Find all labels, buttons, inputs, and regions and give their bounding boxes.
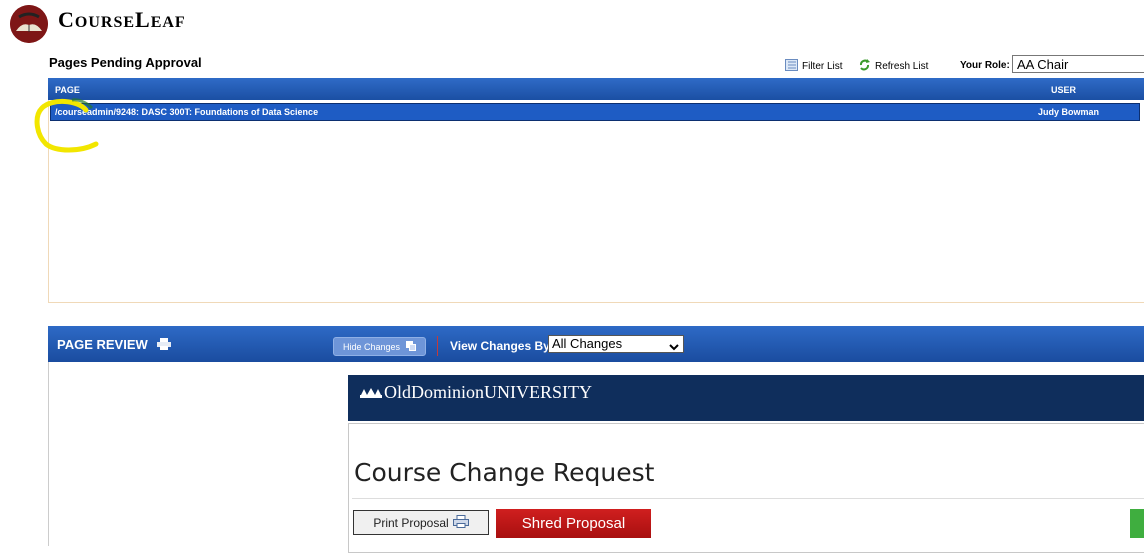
hide-changes-label: Hide Changes (342, 341, 401, 352)
university-name: OldDominionUNIVERSITY (384, 382, 592, 402)
printer-icon[interactable] (157, 338, 172, 353)
printer-icon (452, 514, 469, 531)
row-user-cell[interactable]: Judy Bowman (1038, 107, 1099, 117)
refresh-icon (858, 59, 871, 74)
role-label: Your Role: (960, 60, 1010, 71)
page-review-title: PAGE REVIEW (57, 337, 172, 353)
column-header-page[interactable]: PAGE (55, 85, 80, 95)
column-header-user[interactable]: USER (1051, 85, 1076, 95)
filter-list-label: Filter List (802, 61, 843, 72)
courseleaf-logo-icon (10, 5, 48, 43)
review-left-pane-border (48, 362, 49, 546)
divider (352, 498, 1144, 499)
role-select[interactable]: AA Chair (1012, 55, 1144, 73)
copy-icon (406, 340, 417, 353)
view-changes-value: All Changes (552, 336, 623, 351)
proposal-title: Course Change Request (354, 458, 655, 487)
refresh-list-link[interactable]: Refresh List (858, 59, 928, 74)
chevron-down-icon (669, 339, 679, 355)
toolbar-separator (437, 336, 438, 356)
print-proposal-button[interactable]: Print Proposal (353, 510, 489, 535)
view-changes-select[interactable]: All Changes (548, 335, 684, 353)
pending-list-header (48, 78, 1144, 100)
app-title: COURSELEAF (58, 7, 186, 32)
refresh-list-label: Refresh List (875, 61, 929, 72)
shred-proposal-button[interactable]: Shred Proposal (496, 509, 651, 538)
list-icon (785, 59, 798, 74)
hide-changes-button[interactable]: Hide Changes (333, 337, 426, 356)
view-changes-label: View Changes By: (450, 339, 554, 353)
pending-approval-title: Pages Pending Approval (49, 55, 202, 70)
crown-icon (360, 386, 382, 404)
filter-list-link[interactable]: Filter List (785, 59, 843, 74)
annotation-circle-mark (34, 98, 99, 153)
print-proposal-label: Print Proposal (373, 515, 449, 530)
approve-button[interactable] (1130, 509, 1144, 538)
